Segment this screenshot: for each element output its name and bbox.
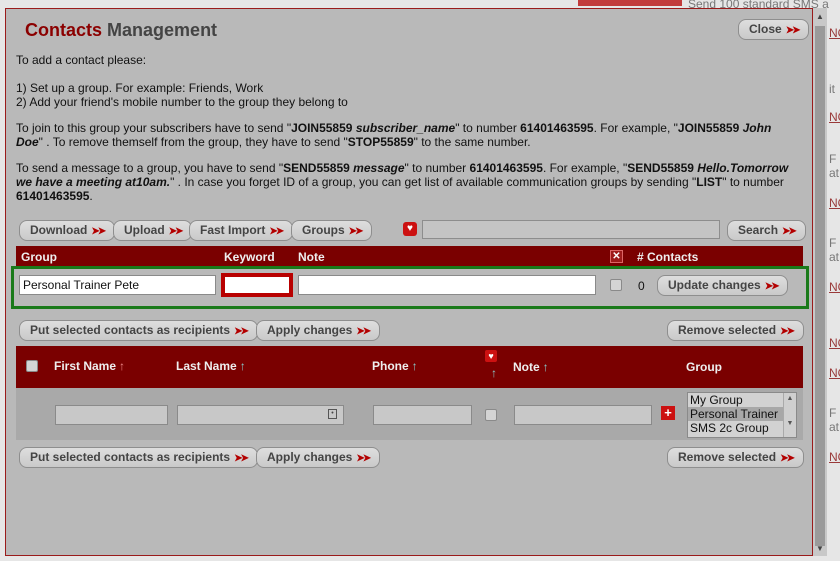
group-contacts-count: 0 [638,279,645,293]
group-option[interactable]: My Group [688,393,796,407]
sort-arrow-icon: ↑ [239,359,246,373]
search-button[interactable]: Search ➤➤ [727,220,806,241]
group-column-header: Group [686,360,722,374]
background-text: at [829,420,840,434]
double-chevron-right-icon: ➤➤ [234,453,249,464]
contacts-count-column-header: # Contacts [637,250,699,264]
background-text: at [829,166,840,180]
double-chevron-right-icon: ➤➤ [356,453,371,464]
put-selected-recipients-button[interactable]: Put selected contacts as recipients ➤➤ [19,320,258,341]
apply-changes-button[interactable]: Apply changes ➤➤ [256,447,381,468]
note-column-header[interactable]: Note ↑ [513,360,549,374]
autofill-key-icon[interactable]: • [328,409,337,419]
group-table-header: Group Keyword Note ✕ # Contacts [16,246,803,267]
background-link: NO [829,336,840,350]
apply-changes-button[interactable]: Apply changes ➤➤ [256,320,381,341]
group-option[interactable]: SMS 2c Group [688,421,796,435]
double-chevron-right-icon: ➤➤ [91,226,106,237]
dialog-title-rest: Management [107,20,218,40]
upload-button[interactable]: Upload ➤➤ [113,220,193,241]
group-note-input[interactable] [298,275,596,295]
keyword-column-header: Keyword [224,250,275,264]
select-all-checkbox[interactable] [26,360,38,372]
background-link: NO [829,366,840,380]
group-select-listbox[interactable]: My Group Personal Trainer SMS 2c Group ▲… [687,392,797,438]
background-text: F [829,152,837,166]
group-select-checkbox[interactable] [610,279,622,291]
join-instruction-line-1: To join to this group your subscribers h… [16,121,772,135]
sort-arrow-icon: ↑ [411,359,418,373]
sort-arrow-icon: ↑ [119,359,126,373]
delete-x-icon[interactable]: ✕ [610,250,623,263]
double-chevron-right-icon: ➤➤ [780,453,795,464]
instruction-step-2: 2) Add your friend's mobile number to th… [16,95,348,109]
close-button-label: Close [749,22,782,36]
instruction-intro: To add a contact please: [16,53,147,67]
contacts-table-header: First Name ↑ Last Name ↑ Phone ↑ ♥ ↑ Note ↑ … [16,346,803,388]
background-text: at [829,250,840,264]
sort-arrow-icon: ↑ [542,360,549,374]
double-chevron-right-icon: ➤➤ [356,326,371,337]
join-instruction-line-2: Doe" . To remove themself from the group… [16,135,531,149]
heart-sort-arrow-icon[interactable]: ↑ [488,366,497,380]
double-chevron-right-icon: ➤➤ [780,326,795,337]
double-chevron-right-icon: ➤➤ [269,226,284,237]
favorite-heart-icon[interactable]: ♥ [403,222,417,236]
add-contact-plus-icon[interactable]: + [661,406,675,420]
close-button[interactable]: Close ➤➤ [738,19,810,40]
send-instruction-line-2: we have a meeting at10am." . In case you… [16,175,784,189]
first-name-input[interactable] [55,405,168,425]
double-chevron-right-icon: ➤➤ [785,25,801,36]
send-instruction-line-3: 61401463595. [16,189,93,203]
first-name-column-header[interactable]: First Name ↑ [54,359,125,373]
double-chevron-right-icon: ➤➤ [234,326,249,337]
background-link: NO [829,280,840,294]
group-column-header: Group [21,250,57,264]
contacts-management-dialog: Contacts Management Close ➤➤ To add a con… [5,8,813,556]
keyword-input[interactable] [221,273,293,297]
double-chevron-right-icon: ➤➤ [168,226,184,237]
remove-selected-button[interactable]: Remove selected ➤➤ [667,447,804,468]
background-link: NO [829,110,840,124]
listbox-scrollbar[interactable]: ▲ ▼ [783,393,796,437]
double-chevron-right-icon: ➤➤ [782,226,797,237]
phone-column-header[interactable]: Phone ↑ [372,359,418,373]
background-text: F [829,406,837,420]
double-chevron-right-icon: ➤➤ [348,226,364,237]
scrollbar-thumb[interactable] [815,26,825,546]
note-column-header: Note [298,250,325,264]
dialog-title-accent: Contacts [25,20,103,40]
instruction-step-1: 1) Set up a group. For example: Friends,… [16,81,264,95]
background-link: NO [829,196,840,210]
groups-button[interactable]: Groups ➤➤ [291,220,373,241]
background-link: NO [829,450,840,464]
scroll-up-icon[interactable]: ▲ [816,12,824,21]
heart-icon[interactable]: ♥ [485,350,497,362]
dialog-scrollbar[interactable]: ▲ ▼ [813,8,827,556]
download-button[interactable]: Download ➤➤ [19,220,116,241]
put-selected-recipients-button[interactable]: Put selected contacts as recipients ➤➤ [19,447,258,468]
dialog-title: Contacts Management [25,20,217,41]
favorite-checkbox[interactable] [485,409,497,421]
group-name-input[interactable] [19,275,216,295]
background-link: NO [829,26,840,40]
phone-input[interactable] [373,405,472,425]
remove-selected-button[interactable]: Remove selected ➤➤ [667,320,804,341]
background-text: it [829,82,835,96]
scroll-down-icon[interactable]: ▼ [816,544,824,553]
last-name-input[interactable] [177,405,344,425]
background-text: F [829,236,837,250]
background-tab-bar [578,0,682,6]
contact-note-input[interactable] [514,405,652,425]
update-changes-button[interactable]: Update changes ➤➤ [657,275,789,296]
double-chevron-right-icon: ➤➤ [764,281,780,292]
send-instruction-line-1: To send a message to a group, you have t… [16,161,789,175]
search-input[interactable] [422,220,720,239]
last-name-column-header[interactable]: Last Name ↑ [176,359,246,373]
group-option-selected[interactable]: Personal Trainer [688,407,796,421]
fast-import-button[interactable]: Fast Import ➤➤ [189,220,294,241]
